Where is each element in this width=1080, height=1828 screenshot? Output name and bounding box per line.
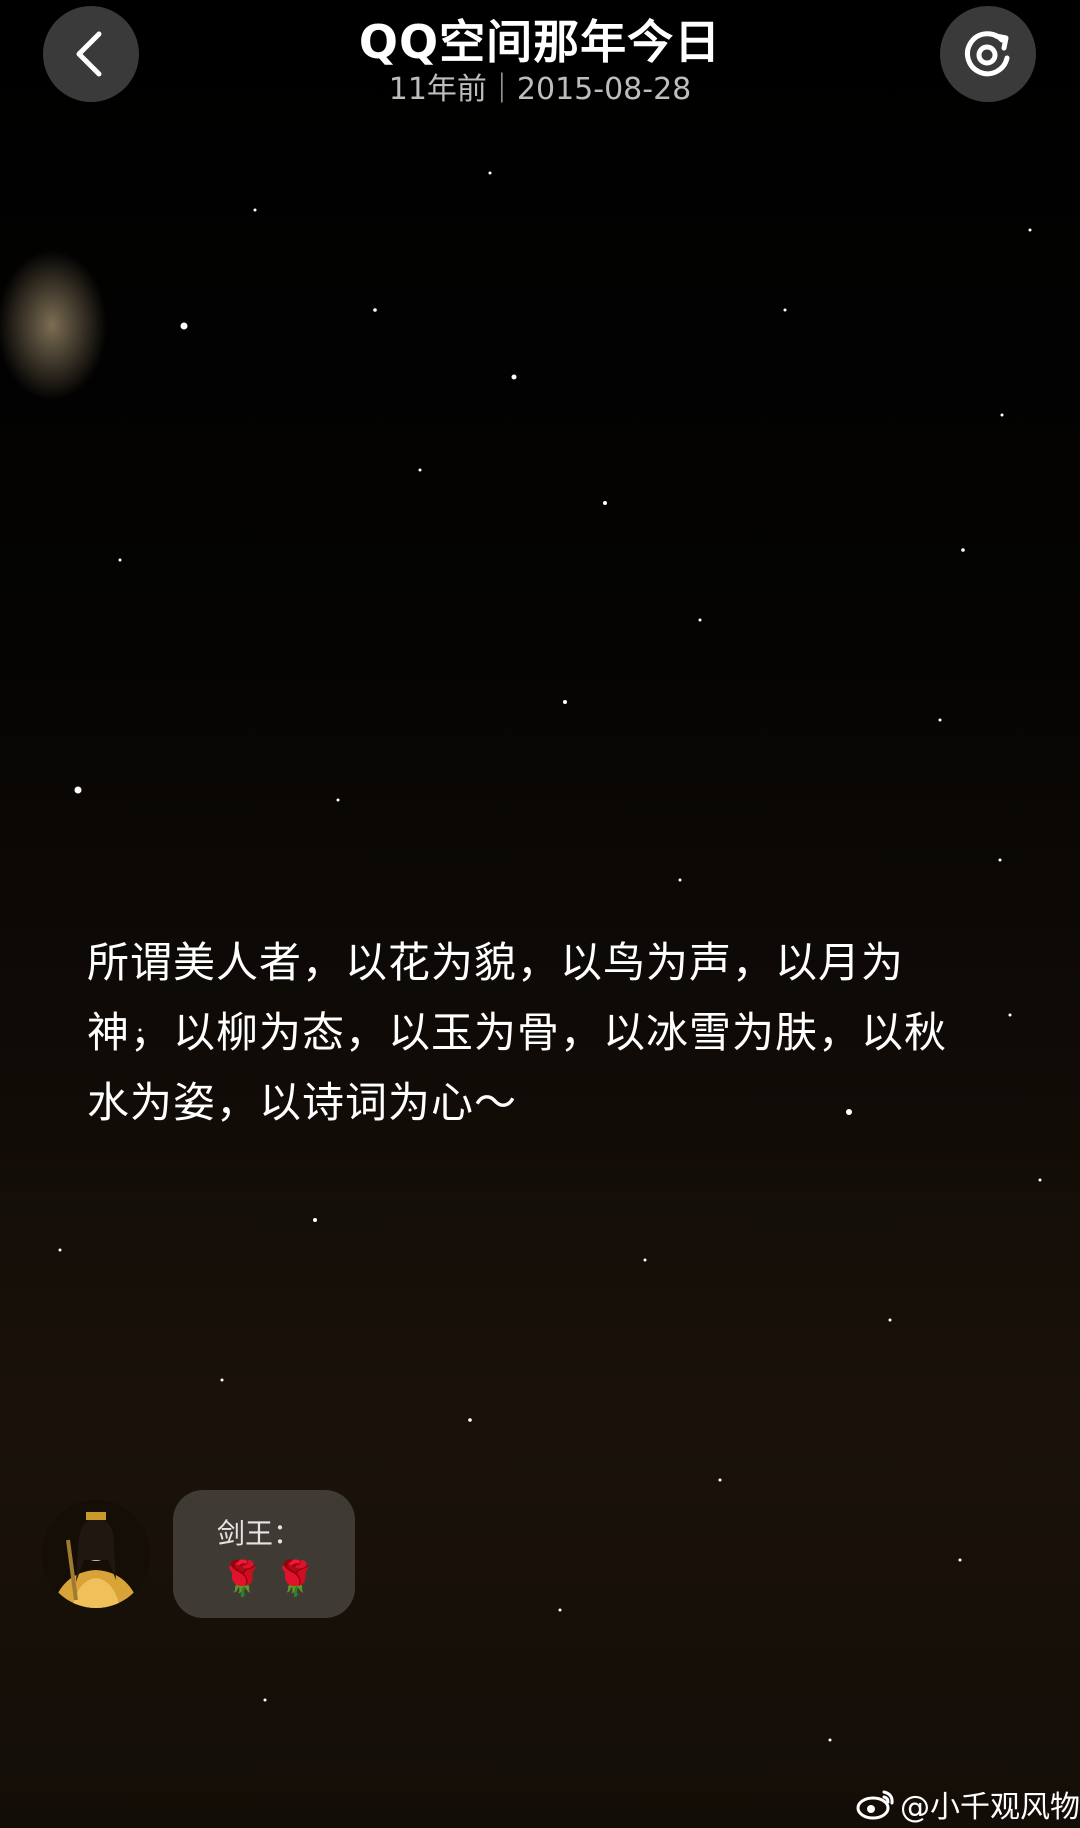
commenter-avatar[interactable]: [42, 1500, 150, 1608]
comment-bubble[interactable]: 剑王： 🌹 🌹: [173, 1490, 355, 1618]
watermark-text: @小千观风物: [900, 1790, 1080, 1825]
memory-screen: QQ空间那年今日 11年前｜2015-08-28 所谓美人者，以花为貌，以鸟为声…: [0, 0, 1080, 1828]
replay-button[interactable]: [940, 6, 1036, 102]
blurred-star-decoration: [0, 250, 107, 400]
page-subtitle-date: 11年前｜2015-08-28: [388, 72, 692, 107]
avatar-image: [42, 1500, 150, 1608]
commenter-name: 剑王：: [217, 1517, 302, 1550]
replay-target-icon: [964, 31, 1010, 77]
page-title: QQ空间那年今日: [358, 15, 722, 69]
starry-background: [0, 171, 1042, 1742]
rose-emoji: 🌹 🌹: [221, 1559, 317, 1599]
weibo-watermark: @小千观风物: [856, 1782, 1080, 1826]
memory-post-text: 所谓美人者，以花为貌，以鸟为声，以月为神，以柳为态，以玉为骨，以冰雪为肤，以秋水…: [87, 938, 948, 1127]
weibo-icon: [856, 1790, 894, 1820]
